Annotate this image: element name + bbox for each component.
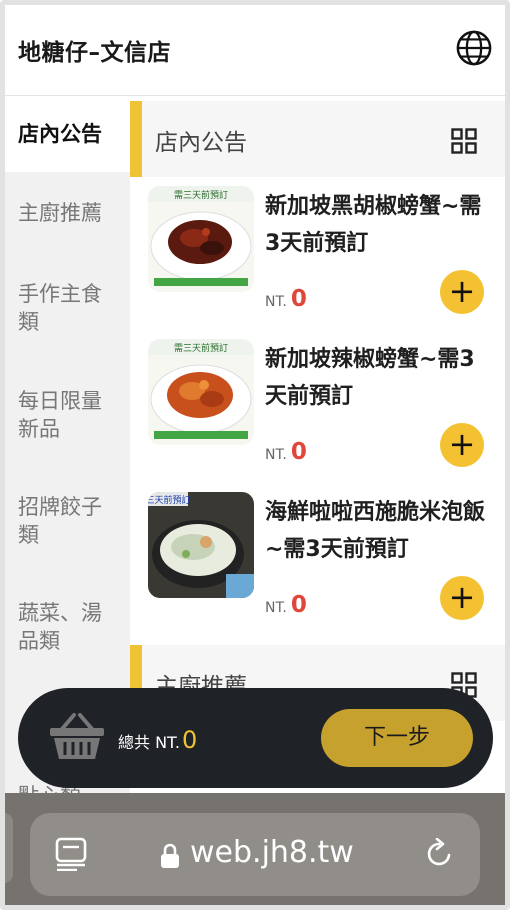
store-name: 地糖仔–文信店 <box>18 40 171 66</box>
item-name: 新加坡辣椒螃蟹~需3天前預訂 <box>265 347 475 409</box>
item-name: 新加坡黑胡椒螃蟹~需3天前預訂 <box>265 194 482 256</box>
globe-icon[interactable] <box>455 29 493 67</box>
price-value: 0 <box>290 286 307 312</box>
address-bar[interactable]: web.jh8.tw <box>30 813 480 896</box>
basket-icon[interactable] <box>48 711 106 761</box>
dish-photo: 三天前預訂 <box>148 492 254 598</box>
browser-toolbar: web.jh8.tw <box>5 793 505 905</box>
section-header-announcement: 店內公告 <box>130 101 505 177</box>
thumb-caption: 三天前預訂 <box>148 494 191 506</box>
section-accent-bar <box>130 101 142 177</box>
price-value: 0 <box>290 592 307 618</box>
dish-photo: 需三天前預訂 <box>148 186 254 292</box>
sidebar-item-label: 手作主食類 <box>18 282 102 334</box>
price-currency: NT. <box>265 600 287 616</box>
sidebar-item-label: 招牌餃子類 <box>18 495 102 547</box>
reader-mode-icon[interactable] <box>55 837 87 871</box>
cart-total-value: 0 <box>182 726 198 754</box>
section-title: 店內公告 <box>155 130 247 156</box>
item-price: NT. 0 <box>265 286 307 312</box>
item-name: 海鮮啦啦西施脆米泡飯~需3天前預訂 <box>265 500 486 562</box>
sidebar-item-label: 店內公告 <box>18 122 102 146</box>
thumb-caption: 需三天前預訂 <box>174 189 228 201</box>
cart-bar: 總共 NT.0 下一步 <box>18 688 493 788</box>
thumb-caption: 需三天前預訂 <box>174 342 228 354</box>
grid-view-icon[interactable] <box>451 128 477 154</box>
previous-tab-edge[interactable] <box>5 813 13 883</box>
item-price: NT. 0 <box>265 439 307 465</box>
cart-total-label: 總共 NT. <box>118 733 181 752</box>
reload-icon[interactable] <box>423 838 455 870</box>
next-step-button[interactable]: 下一步 <box>321 709 473 767</box>
url-text: web.jh8.tw <box>190 835 354 870</box>
sidebar-item-veg-soup[interactable]: 蔬菜、湯品類 <box>5 599 117 655</box>
add-to-cart-button[interactable]: + <box>440 270 484 314</box>
price-currency: NT. <box>265 447 287 463</box>
sidebar-item-handmade-staples[interactable]: 手作主食類 <box>5 280 117 336</box>
menu-item[interactable]: 需三天前預訂 新加坡黑胡椒螃蟹~需3天前預訂 NT. 0 + <box>130 186 505 339</box>
sidebar-item-daily-limited[interactable]: 每日限量新品 <box>5 387 117 443</box>
dish-photo: 需三天前預訂 <box>148 339 254 445</box>
sidebar-item-chef-recommend[interactable]: 主廚推薦 <box>5 199 130 227</box>
price-value: 0 <box>290 439 307 465</box>
lock-icon <box>161 843 179 868</box>
item-price: NT. 0 <box>265 592 307 618</box>
phone-frame: 地糖仔–文信店 店內公告 主廚推薦 手作主食類 每日限量新品 招牌餃子類 蔬菜、… <box>0 0 510 910</box>
cart-total: 總共 NT.0 <box>118 726 197 754</box>
sidebar-item-label: 主廚推薦 <box>18 201 102 225</box>
price-currency: NT. <box>265 294 287 310</box>
sidebar-item-label: 蔬菜、湯品類 <box>18 601 102 653</box>
add-to-cart-button[interactable]: + <box>440 423 484 467</box>
sidebar-item-label: 每日限量新品 <box>18 389 102 441</box>
sidebar-item-signature-dumplings[interactable]: 招牌餃子類 <box>5 493 117 549</box>
menu-item[interactable]: 三天前預訂 海鮮啦啦西施脆米泡飯~需3天前預訂 NT. 0 + <box>130 492 505 645</box>
menu-item[interactable]: 需三天前預訂 新加坡辣椒螃蟹~需3天前預訂 NT. 0 + <box>130 339 505 492</box>
app-header: 地糖仔–文信店 <box>5 5 505 96</box>
add-to-cart-button[interactable]: + <box>440 576 484 620</box>
sidebar-item-announcement[interactable]: 店內公告 <box>5 96 130 172</box>
